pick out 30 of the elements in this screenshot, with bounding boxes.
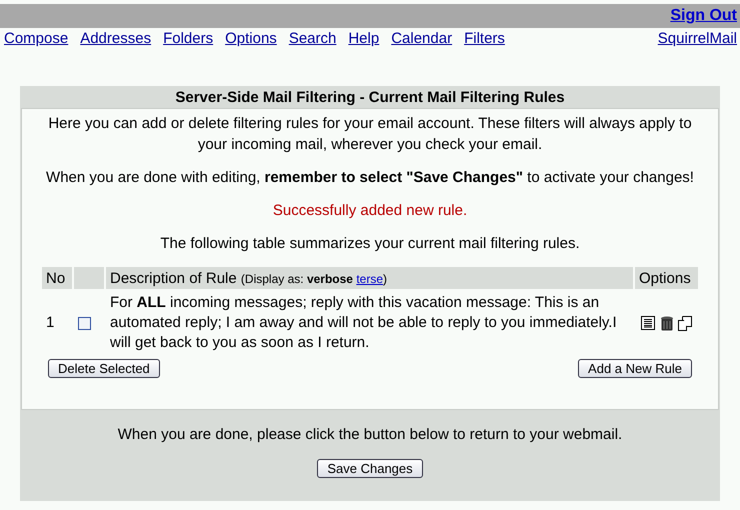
sign-out-link[interactable]: Sign Out: [670, 7, 737, 25]
return-text: When you are done, please click the button below to return to your webmail.: [116, 425, 624, 445]
nav-link[interactable]: Compose: [4, 30, 68, 47]
panel-title: Server-Side Mail Filtering - Current Mail Filtering Rules: [174, 88, 566, 108]
nav-link[interactable]: Help: [348, 30, 380, 47]
list-icon[interactable]: [641, 316, 656, 330]
status-message: Successfully added new rule.: [272, 201, 468, 221]
rule-number: 1: [45, 313, 56, 333]
summary-text: The following table summarizes your current mail filtering rules.: [159, 234, 581, 254]
brand-link[interactable]: SquirrelMail: [658, 30, 737, 47]
terse-link[interactable]: terse: [356, 272, 383, 286]
nav-link[interactable]: Search: [288, 30, 336, 47]
nav-link[interactable]: Calendar: [391, 30, 452, 47]
column-header: Options: [635, 267, 698, 289]
trash-icon[interactable]: [660, 316, 674, 331]
copy-icon[interactable]: [678, 316, 692, 331]
delete-selected-button[interactable]: Delete Selected: [48, 359, 160, 378]
nav-link[interactable]: Folders: [163, 30, 214, 47]
column-header: No: [42, 267, 72, 289]
rule-checkbox[interactable]: [78, 316, 91, 330]
nav-link[interactable]: Filters: [464, 30, 505, 47]
column-label: Description of Rule: [110, 270, 237, 286]
reminder-text: When you are done with editing, remember to select "Save Changes" to activate your changes!: [45, 168, 695, 188]
display-mode-note: (Display as: verbose terse): [240, 272, 387, 286]
nav-link[interactable]: Addresses: [80, 30, 152, 47]
intro-text: Here you can add or delete filtering rules for your email account. These filters will always apply to your incoming mail, wherever you check your email.: [47, 114, 693, 155]
nav-link[interactable]: Options: [225, 30, 277, 47]
add-rule-button[interactable]: Add a New Rule: [578, 359, 692, 378]
save-changes-button[interactable]: Save Changes: [317, 459, 423, 478]
rule-description: For ALL incoming messages; reply with this vacation message: This is an automated reply; I am away and will not be able to reply to you immediately.I will get back to you as soon as I return.: [109, 293, 618, 353]
